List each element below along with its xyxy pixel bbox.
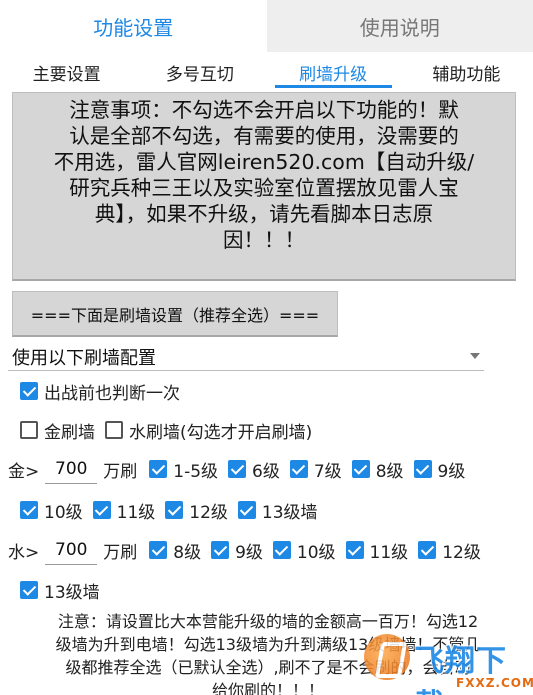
gold-prefix: 金> [8, 461, 40, 482]
checkbox-label: 6级 [252, 461, 280, 482]
wall-config-select-value: 使用以下刷墙配置 [12, 347, 156, 369]
subtab-main-settings[interactable]: 主要设置 [0, 52, 133, 92]
gold-wall-checkbox[interactable]: 金刷墙 [20, 418, 105, 443]
checkbox-checked-icon [92, 501, 111, 519]
checkbox-label: 8级 [173, 542, 202, 563]
gold-level-checkbox[interactable]: 8级 [351, 457, 414, 482]
check-before-battle-row: 出战前也判断一次 [20, 374, 190, 408]
checkbox-checked-icon [149, 460, 168, 478]
checkbox-checked-icon [149, 541, 168, 559]
checkbox-label: 水刷墙(勾选才开启刷墙) [129, 422, 313, 443]
checkbox-checked-icon [418, 541, 437, 559]
top-tab-bar: 功能设置 使用说明 [0, 0, 533, 52]
checkbox-label: 出战前也判断一次 [44, 383, 180, 404]
check-before-battle-checkbox[interactable]: 出战前也判断一次 [20, 379, 190, 404]
checkbox-label: 11级 [369, 542, 409, 563]
elixir-threshold-row-2: 13级墙 [20, 573, 110, 607]
tab-feature-settings[interactable]: 功能设置 [0, 0, 267, 52]
checkbox-label: 9级 [235, 542, 263, 563]
checkbox-checked-icon [165, 501, 184, 519]
checkbox-label: 金刷墙 [44, 422, 95, 443]
gold-level-checkbox[interactable]: 9级 [413, 457, 476, 482]
tab-instructions[interactable]: 使用说明 [266, 0, 533, 52]
footer-note-line: 注意：请设置比大本营能升级的墙的金额高一百万！勾选12 [57, 612, 479, 631]
checkbox-checked-icon [20, 581, 38, 599]
checkbox-unchecked-icon [105, 421, 123, 439]
gold-level-checkbox[interactable]: 11级 [92, 498, 166, 523]
notice-line: 不用选，雷人官网leiren520.com【自动升级/ [53, 150, 475, 174]
dropdown-caret-icon [470, 353, 480, 359]
gold-unit: 万刷 [103, 461, 138, 482]
footer-note-line: 给你刷的！！！ [211, 681, 324, 695]
footer-note: 注意：请设置比大本营能升级的墙的金额高一百万！勾选12 级墙为升到电墙！勾选13… [8, 610, 528, 695]
checkbox-label: 10级 [44, 502, 83, 523]
notice-line: 注意事项：不勾选不会开启以下功能的！默 [69, 98, 459, 122]
checkbox-checked-icon [20, 382, 38, 400]
elixir-amount-input[interactable]: 700 [45, 535, 98, 565]
elixir-level-checkbox[interactable]: 11级 [345, 538, 419, 563]
notice-line: 典】，如果不升级，请先看脚本日志原 [94, 202, 434, 226]
subtab-wall-upgrade[interactable]: 刷墙升级 [267, 52, 400, 92]
elixir-level-checkbox[interactable]: 8级 [149, 538, 211, 563]
notice-line: 研究兵种三王以及实验室位置摆放见雷人宝 [69, 176, 459, 200]
checkbox-checked-icon [413, 460, 432, 478]
wall-type-row: 金刷墙 水刷墙(勾选才开启刷墙) [20, 413, 322, 447]
checkbox-label: 13级墙 [44, 582, 100, 603]
checkbox-label: 7级 [313, 461, 342, 482]
gold-level-checkbox[interactable]: 13级墙 [237, 498, 328, 523]
checkbox-label: 13级墙 [261, 502, 318, 523]
elixir-level-checkbox[interactable]: 13级墙 [20, 578, 110, 603]
checkbox-checked-icon [351, 460, 370, 478]
elixir-level-checkbox[interactable]: 10级 [272, 538, 346, 563]
notice-line: 认是全部不勾选，有需要的使用，没需要的 [69, 124, 459, 148]
checkbox-label: 1-5级 [173, 461, 219, 482]
gold-level-checkbox[interactable]: 10级 [20, 498, 93, 523]
checkbox-checked-icon [237, 501, 256, 519]
footer-note-line: 级墙为升到电墙！勾选13级墙为升到满级13级墙墙！不管几 [55, 635, 481, 654]
checkbox-checked-icon [228, 460, 247, 478]
checkbox-label: 12级 [189, 502, 228, 523]
gold-threshold-row: 金> 700 万刷 1-5级 6级 7级 8级 9级 [8, 452, 475, 486]
elixir-level-checkbox[interactable]: 12级 [418, 538, 491, 563]
sub-tab-bar: 主要设置 多号互切 刷墙升级 辅助功能 [0, 52, 533, 92]
subtab-assist[interactable]: 辅助功能 [400, 52, 533, 92]
notice-button[interactable]: 注意事项：不勾选不会开启以下功能的！默 认是全部不勾选，有需要的使用，没需要的 … [12, 92, 516, 281]
checkbox-label: 10级 [296, 542, 336, 563]
gold-amount-input[interactable]: 700 [45, 454, 98, 484]
wall-settings-header-button[interactable]: ===下面是刷墙设置（推荐全选）=== [12, 291, 338, 337]
gold-level-checkbox[interactable]: 6级 [228, 457, 290, 482]
checkbox-label: 9级 [437, 461, 466, 482]
elixir-level-checkbox[interactable]: 9级 [211, 538, 273, 563]
wall-config-select[interactable]: 使用以下刷墙配置 [8, 343, 484, 371]
checkbox-checked-icon [345, 541, 364, 559]
checkbox-checked-icon [211, 541, 230, 559]
checkbox-checked-icon [289, 460, 308, 478]
checkbox-label: 11级 [116, 502, 156, 523]
checkbox-unchecked-icon [20, 421, 38, 439]
gold-threshold-row-2: 10级 11级 12级 13级墙 [20, 493, 328, 527]
checkbox-label: 12级 [442, 542, 481, 563]
checkbox-checked-icon [20, 501, 38, 519]
footer-note-line: 级都推荐全选（已默认全选）,刷不了是不会刷的，会自动 [65, 658, 471, 677]
subtab-multi-account[interactable]: 多号互切 [133, 52, 266, 92]
elixir-wall-checkbox[interactable]: 水刷墙(勾选才开启刷墙) [105, 418, 322, 443]
notice-line: 因！！！ [223, 228, 305, 252]
gold-level-checkbox[interactable]: 12级 [165, 498, 238, 523]
checkbox-checked-icon [272, 541, 291, 559]
gold-level-checkbox[interactable]: 1-5级 [149, 457, 228, 482]
gold-level-checkbox[interactable]: 7级 [289, 457, 352, 482]
elixir-unit: 万刷 [103, 542, 138, 563]
elixir-prefix: 水> [8, 542, 40, 563]
checkbox-label: 8级 [375, 461, 404, 482]
elixir-threshold-row: 水> 700 万刷 8级 9级 10级 11级 12级 [8, 533, 491, 567]
